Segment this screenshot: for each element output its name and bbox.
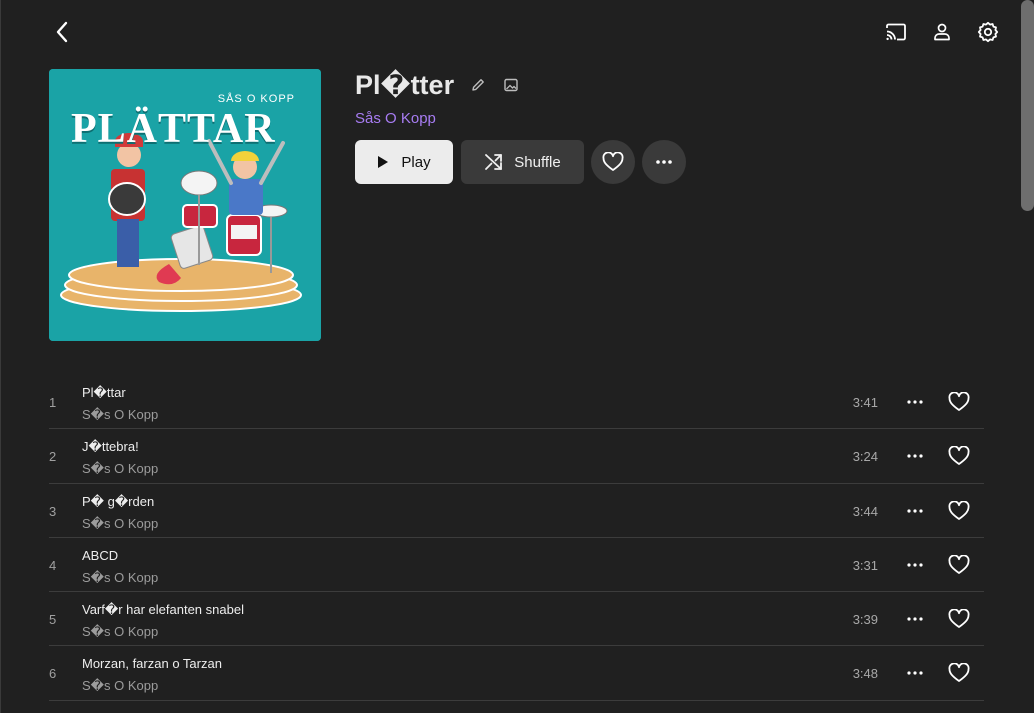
- more-horizontal-icon: [907, 508, 923, 513]
- top-bar: [0, 0, 1034, 64]
- track-title: Pl�ttar: [82, 385, 126, 400]
- track-title: ABCD: [82, 547, 119, 563]
- track-more-button[interactable]: [905, 663, 925, 683]
- track-more-button[interactable]: [905, 609, 925, 629]
- track-duration: 3:44: [852, 503, 878, 519]
- image-icon: [504, 78, 518, 92]
- window-border: [0, 0, 1, 713]
- more-horizontal-icon: [656, 160, 672, 164]
- cover-artist-text: SÅS O KOPP: [217, 93, 295, 105]
- scrollbar[interactable]: [1021, 0, 1034, 713]
- play-button[interactable]: Play: [355, 140, 453, 184]
- cast-icon: [886, 23, 906, 41]
- track-favorite-button[interactable]: [948, 608, 970, 630]
- track-number: 2: [49, 449, 57, 465]
- more-horizontal-icon: [907, 671, 923, 676]
- album-more-button[interactable]: [642, 140, 686, 184]
- play-icon: [378, 156, 389, 168]
- track-more-button[interactable]: [905, 446, 925, 466]
- track-row[interactable]: 5 Varf�r har elefanten snabel S�s O Kopp…: [49, 592, 984, 647]
- cast-button[interactable]: [882, 18, 910, 46]
- more-horizontal-icon: [907, 400, 923, 404]
- pencil-icon: [472, 79, 484, 91]
- change-image-button[interactable]: [501, 75, 521, 95]
- settings-button[interactable]: [974, 18, 1002, 46]
- track-row[interactable]: 6 Morzan, farzan o Tarzan S�s O Kopp 3:4…: [49, 646, 984, 701]
- track-favorite-button[interactable]: [948, 500, 970, 522]
- user-icon: [934, 23, 950, 41]
- track-artist[interactable]: S�s O Kopp: [82, 516, 158, 532]
- heart-icon: [948, 500, 970, 520]
- track-favorite-button[interactable]: [948, 445, 970, 467]
- cover-title-text: PLÄTTAR: [71, 106, 276, 152]
- track-artist[interactable]: S�s O Kopp: [82, 678, 158, 694]
- more-horizontal-icon: [907, 563, 923, 567]
- track-favorite-button[interactable]: [948, 554, 970, 576]
- more-horizontal-icon: [907, 617, 923, 621]
- track-title: P� g�rden: [82, 493, 155, 509]
- gear-icon: [977, 21, 999, 43]
- heart-icon: [948, 609, 970, 629]
- track-artist[interactable]: S�s O Kopp: [82, 407, 158, 423]
- back-button[interactable]: [48, 16, 76, 48]
- chevron-left-icon: [56, 21, 68, 43]
- track-more-button[interactable]: [905, 501, 925, 521]
- heart-icon: [602, 152, 624, 171]
- user-button[interactable]: [928, 18, 956, 46]
- track-row[interactable]: 1 Pl�ttar S�s O Kopp 3:41: [49, 375, 984, 430]
- track-more-button[interactable]: [905, 555, 925, 575]
- track-favorite-button[interactable]: [948, 391, 970, 413]
- shuffle-label: Shuffle: [514, 153, 561, 171]
- heart-icon: [948, 392, 970, 411]
- track-favorite-button[interactable]: [948, 662, 970, 684]
- album-title: Pl�tter: [355, 70, 455, 100]
- favorite-album-button[interactable]: [591, 140, 635, 184]
- track-number: 1: [49, 395, 57, 410]
- track-number: 4: [49, 557, 57, 573]
- heart-icon: [948, 663, 970, 683]
- edit-button[interactable]: [468, 75, 488, 95]
- track-row[interactable]: 4 ABCD S�s O Kopp 3:31: [49, 538, 984, 593]
- heart-icon: [948, 554, 970, 574]
- track-row[interactable]: 3 P� g�rden S�s O Kopp 3:44: [49, 484, 984, 538]
- track-more-button[interactable]: [905, 392, 925, 412]
- shuffle-button[interactable]: Shuffle: [461, 140, 584, 184]
- track-duration: 3:48: [852, 666, 878, 682]
- track-title: J�ttebra!: [82, 439, 139, 455]
- track-duration: 3:39: [852, 612, 878, 628]
- track-list: 1 Pl�ttar S�s O Kopp 3:41 2 J�ttebra! S�…: [49, 375, 984, 701]
- track-number: 5: [49, 612, 57, 628]
- album-artist-link[interactable]: Sås O Kopp: [355, 110, 436, 127]
- album-cover[interactable]: SÅS O KOPP PLÄTTAR: [49, 69, 321, 341]
- shuffle-icon: [485, 154, 503, 170]
- track-number: 3: [49, 503, 57, 519]
- track-duration: 3:31: [852, 557, 878, 573]
- track-row[interactable]: 2 J�ttebra! S�s O Kopp 3:24: [49, 429, 984, 484]
- track-artist[interactable]: S�s O Kopp: [82, 624, 158, 640]
- play-label: Play: [401, 153, 431, 171]
- heart-icon: [948, 446, 970, 466]
- track-duration: 3:24: [852, 449, 878, 465]
- scrollbar-thumb[interactable]: [1021, 0, 1034, 211]
- track-artist[interactable]: S�s O Kopp: [82, 461, 158, 477]
- track-number: 6: [49, 666, 57, 682]
- track-title: Varf�r har elefanten snabel: [82, 602, 244, 618]
- track-duration: 3:41: [852, 395, 878, 410]
- track-artist[interactable]: S�s O Kopp: [82, 570, 158, 586]
- track-title: Morzan, farzan o Tarzan: [82, 656, 222, 672]
- more-horizontal-icon: [907, 454, 923, 458]
